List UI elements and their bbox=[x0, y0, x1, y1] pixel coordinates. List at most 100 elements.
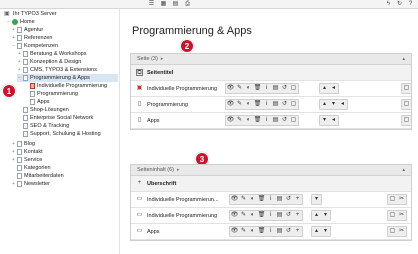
table-row[interactable]: ▣ Individuelle Programmierung 👁 ✎ ◐ 🗑 i … bbox=[131, 81, 412, 97]
tree-item-seo[interactable]: SEO & Tracking bbox=[22, 122, 69, 130]
info-icon[interactable]: i bbox=[262, 116, 271, 125]
tree-item-programmierung[interactable]: Programmierung bbox=[29, 90, 78, 98]
delete-icon[interactable]: 🗑 bbox=[253, 116, 262, 125]
collapse-icon[interactable]: − bbox=[17, 75, 22, 81]
undo-icon[interactable]: ↺ bbox=[280, 84, 289, 93]
delete-icon[interactable]: 🗑 bbox=[257, 195, 266, 204]
view-icon[interactable]: 👁 bbox=[230, 227, 239, 236]
toggle-visibility-icon[interactable]: ◐ bbox=[248, 227, 257, 236]
tree-item-programmierung-apps[interactable]: − Programmierung & Apps bbox=[17, 74, 118, 82]
tree-item-cms[interactable]: + CMS, TYPO3 & Extensions bbox=[17, 66, 97, 74]
cut-icon[interactable]: ✂ bbox=[397, 195, 406, 204]
help-icon[interactable]: ? bbox=[407, 1, 414, 8]
tree-item-kategorien[interactable]: Kategorien bbox=[16, 164, 51, 172]
tree-item-home[interactable]: − Home bbox=[6, 18, 35, 26]
toggle-visibility-icon[interactable]: ◐ bbox=[244, 84, 253, 93]
view-icon[interactable]: 👁 bbox=[226, 116, 235, 125]
history-icon[interactable]: ▤ bbox=[271, 84, 280, 93]
list-icon[interactable]: ☰ bbox=[148, 1, 155, 8]
move-up-icon[interactable]: ▴ bbox=[312, 227, 321, 236]
expand-icon[interactable]: + bbox=[17, 67, 22, 73]
flash-icon[interactable]: ϟ bbox=[385, 1, 392, 8]
column-header[interactable]: Überschrift bbox=[147, 181, 231, 187]
row-title[interactable]: Apps bbox=[147, 229, 231, 235]
row-title[interactable]: Apps bbox=[147, 118, 231, 124]
edit-icon[interactable]: ✎ bbox=[235, 100, 244, 109]
expand-icon[interactable]: + bbox=[11, 35, 16, 41]
table-row[interactable]: ▭ Apps 👁 ✎ ◐ 🗑 i ▤ ↺ + ▴ ▾ ▢ ✂ bbox=[131, 224, 411, 240]
view-icon[interactable]: 👁 bbox=[226, 84, 235, 93]
info-icon[interactable]: i bbox=[266, 195, 275, 204]
row-title[interactable]: Individuelle Programmierung bbox=[147, 213, 231, 219]
table-row[interactable]: ▯ Apps 👁 ✎ ◐ 🗑 i ▤ ↺ ▢ ▾ ◂ ▢ bbox=[131, 113, 412, 129]
copy-icon[interactable]: ▢ bbox=[388, 211, 397, 220]
expand-icon[interactable]: + bbox=[11, 149, 16, 155]
toggle-visibility-icon[interactable]: ◐ bbox=[248, 211, 257, 220]
tree-item-mitarbeiterdaten[interactable]: Mitarbeiterdaten bbox=[16, 172, 64, 180]
tree-item-individuelle[interactable]: Individuelle Programmierung bbox=[29, 82, 107, 90]
toggle-visibility-icon[interactable]: ◐ bbox=[248, 195, 257, 204]
tree-item-referenzen[interactable]: + Referenzen bbox=[11, 34, 52, 42]
new-record-icon[interactable]: + bbox=[293, 227, 302, 236]
calendar-icon[interactable]: ▦ bbox=[160, 1, 167, 8]
history-icon[interactable]: ▤ bbox=[275, 211, 284, 220]
info-icon[interactable]: i bbox=[266, 227, 275, 236]
document-icon[interactable]: ▤ bbox=[172, 1, 179, 8]
tree-item-blog[interactable]: + Blog bbox=[11, 140, 35, 148]
move-down-icon[interactable]: ▾ bbox=[321, 211, 330, 220]
delete-icon[interactable]: 🗑 bbox=[253, 100, 262, 109]
delete-icon[interactable]: 🗑 bbox=[253, 84, 262, 93]
view-icon[interactable]: 👁 bbox=[230, 195, 239, 204]
tree-item-konzeption[interactable]: + Konzeption & Design bbox=[17, 58, 81, 66]
table-row[interactable]: ▯ Programmierung 👁 ✎ ◐ 🗑 i ▤ ↺ ▢ ▴ ▾ ◂ ▢ bbox=[131, 97, 412, 113]
delete-icon[interactable]: 🗑 bbox=[257, 227, 266, 236]
table-row[interactable]: ▭ Individuelle Programmierung 👁 ✎ ◐ 🗑 i … bbox=[131, 208, 411, 224]
move-up-icon[interactable]: ▴ bbox=[320, 84, 329, 93]
new-record-icon[interactable]: ▢ bbox=[289, 116, 298, 125]
tree-item-service[interactable]: + Service bbox=[11, 156, 42, 164]
add-content-icon[interactable]: + bbox=[136, 180, 143, 187]
copy-icon[interactable]: ▢ bbox=[402, 84, 411, 93]
row-title[interactable]: Individuelle Programmierun... bbox=[147, 197, 231, 203]
expand-icon[interactable]: + bbox=[11, 141, 16, 147]
tree-item-apps[interactable]: Apps bbox=[29, 98, 50, 106]
tree-item-support[interactable]: Support, Schulung & Hosting bbox=[22, 130, 101, 138]
tree-root[interactable]: ▣ Ihr TYPO3 Server bbox=[4, 10, 57, 18]
expand-icon[interactable]: + bbox=[11, 157, 16, 163]
collapse-icon[interactable]: − bbox=[11, 43, 16, 49]
row-title[interactable]: Individuelle Programmierung bbox=[147, 86, 231, 92]
move-up-icon[interactable]: ▴ bbox=[312, 211, 321, 220]
tree-item-enterprise[interactable]: Enterprise Social Network bbox=[22, 114, 93, 122]
print-icon[interactable]: ⎙ bbox=[184, 1, 191, 8]
undo-icon[interactable]: ↺ bbox=[284, 195, 293, 204]
tree-item-beratung[interactable]: + Beratung & Workshops bbox=[17, 50, 86, 58]
collapse-caret-icon[interactable]: ▴ bbox=[402, 167, 405, 173]
move-up-icon[interactable]: ▴ bbox=[320, 100, 329, 109]
undo-icon[interactable]: ↺ bbox=[284, 227, 293, 236]
cut-icon[interactable]: ✂ bbox=[397, 211, 406, 220]
cut-icon[interactable]: ✂ bbox=[397, 227, 406, 236]
copy-icon[interactable]: ▢ bbox=[402, 100, 411, 109]
chevron-right-icon[interactable]: ▸ bbox=[161, 56, 164, 62]
tree-item-kontakt[interactable]: + Kontakt bbox=[11, 148, 43, 156]
edit-icon[interactable]: ✎ bbox=[239, 195, 248, 204]
edit-icon[interactable]: ✎ bbox=[239, 227, 248, 236]
collapse-caret-icon[interactable]: ▴ bbox=[402, 56, 405, 62]
new-record-icon[interactable]: + bbox=[293, 195, 302, 204]
copy-icon[interactable]: ▢ bbox=[388, 227, 397, 236]
pages-panel-header[interactable]: Seite (3) ▸ ▴ bbox=[131, 54, 411, 65]
history-icon[interactable]: ▤ bbox=[271, 116, 280, 125]
info-icon[interactable]: i bbox=[262, 100, 271, 109]
move-down-icon[interactable]: ▾ bbox=[321, 227, 330, 236]
collapse-icon[interactable]: − bbox=[6, 19, 11, 25]
undo-icon[interactable]: ↺ bbox=[280, 100, 289, 109]
history-icon[interactable]: ▤ bbox=[275, 195, 284, 204]
table-row[interactable]: ▭ Individuelle Programmierun... 👁 ✎ ◐ 🗑 … bbox=[131, 192, 411, 208]
undo-icon[interactable]: ↺ bbox=[280, 116, 289, 125]
view-icon[interactable]: 👁 bbox=[226, 100, 235, 109]
new-record-icon[interactable]: ▢ bbox=[289, 84, 298, 93]
new-record-icon[interactable]: + bbox=[293, 211, 302, 220]
new-page-icon[interactable]: ⧉ bbox=[136, 69, 143, 76]
row-title[interactable]: Programmierung bbox=[147, 102, 231, 108]
info-icon[interactable]: i bbox=[266, 211, 275, 220]
